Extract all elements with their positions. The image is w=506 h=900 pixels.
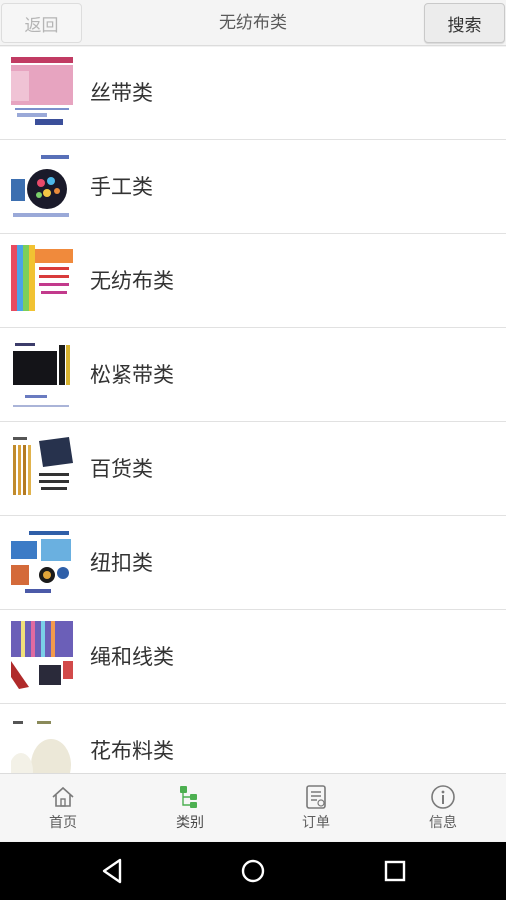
- system-navigation-bar: [0, 842, 506, 900]
- category-label: 松紧带类: [90, 363, 174, 387]
- page-title: 无纺布类: [219, 13, 287, 33]
- tab-category[interactable]: 类别: [127, 774, 253, 842]
- back-triangle-icon[interactable]: [96, 854, 130, 888]
- ribbon-thumbnail: [11, 57, 73, 129]
- home-icon: [52, 786, 74, 807]
- category-label: 无纺布类: [90, 269, 174, 293]
- floral-fabric-thumbnail: [11, 715, 73, 773]
- handcraft-thumbnail: [11, 151, 73, 223]
- category-item-buttons[interactable]: 纽扣类: [0, 517, 506, 610]
- category-label: 百货类: [90, 457, 153, 481]
- category-item-elastic[interactable]: 松紧带类: [0, 329, 506, 422]
- back-button[interactable]: 返回: [1, 3, 82, 43]
- category-label: 绳和线类: [90, 645, 174, 669]
- category-item-rope-thread[interactable]: 绳和线类: [0, 611, 506, 704]
- category-item-ribbon[interactable]: 丝带类: [0, 47, 506, 140]
- tab-label: 首页: [49, 815, 77, 831]
- tab-label: 类别: [176, 815, 204, 831]
- general-goods-thumbnail: [11, 433, 73, 505]
- category-label: 手工类: [90, 175, 153, 199]
- tab-orders[interactable]: 订单: [253, 774, 379, 842]
- category-item-floral-fabric[interactable]: 花布料类: [0, 705, 506, 773]
- category-item-general-goods[interactable]: 百货类: [0, 423, 506, 516]
- category-label: 纽扣类: [90, 551, 153, 575]
- home-circle-icon[interactable]: [236, 854, 270, 888]
- order-icon: [306, 785, 326, 809]
- top-bar: 返回 无纺布类 搜索: [0, 0, 506, 46]
- tab-info[interactable]: 信息: [380, 774, 506, 842]
- rope-thread-thumbnail: [11, 621, 73, 693]
- category-icon: [180, 786, 197, 808]
- elastic-band-thumbnail: [11, 339, 73, 411]
- recents-square-icon[interactable]: [378, 854, 412, 888]
- search-button[interactable]: 搜索: [424, 3, 505, 43]
- tab-home[interactable]: 首页: [0, 774, 126, 842]
- tab-label: 信息: [429, 815, 457, 831]
- bottom-tab-bar: 首页 类别 订单 信息: [0, 773, 506, 841]
- category-list: 丝带类 手工类 无纺布类 松紧带类 百货类 纽扣类 绳和线类 花布料类: [0, 47, 506, 773]
- tab-label: 订单: [302, 815, 330, 831]
- category-label: 丝带类: [90, 81, 153, 105]
- category-label: 花布料类: [90, 739, 174, 763]
- info-icon: [431, 785, 455, 809]
- buttons-thumbnail: [11, 527, 73, 599]
- nonwoven-fabric-thumbnail: [11, 245, 73, 317]
- category-item-handcraft[interactable]: 手工类: [0, 141, 506, 234]
- category-item-nonwoven[interactable]: 无纺布类: [0, 235, 506, 328]
